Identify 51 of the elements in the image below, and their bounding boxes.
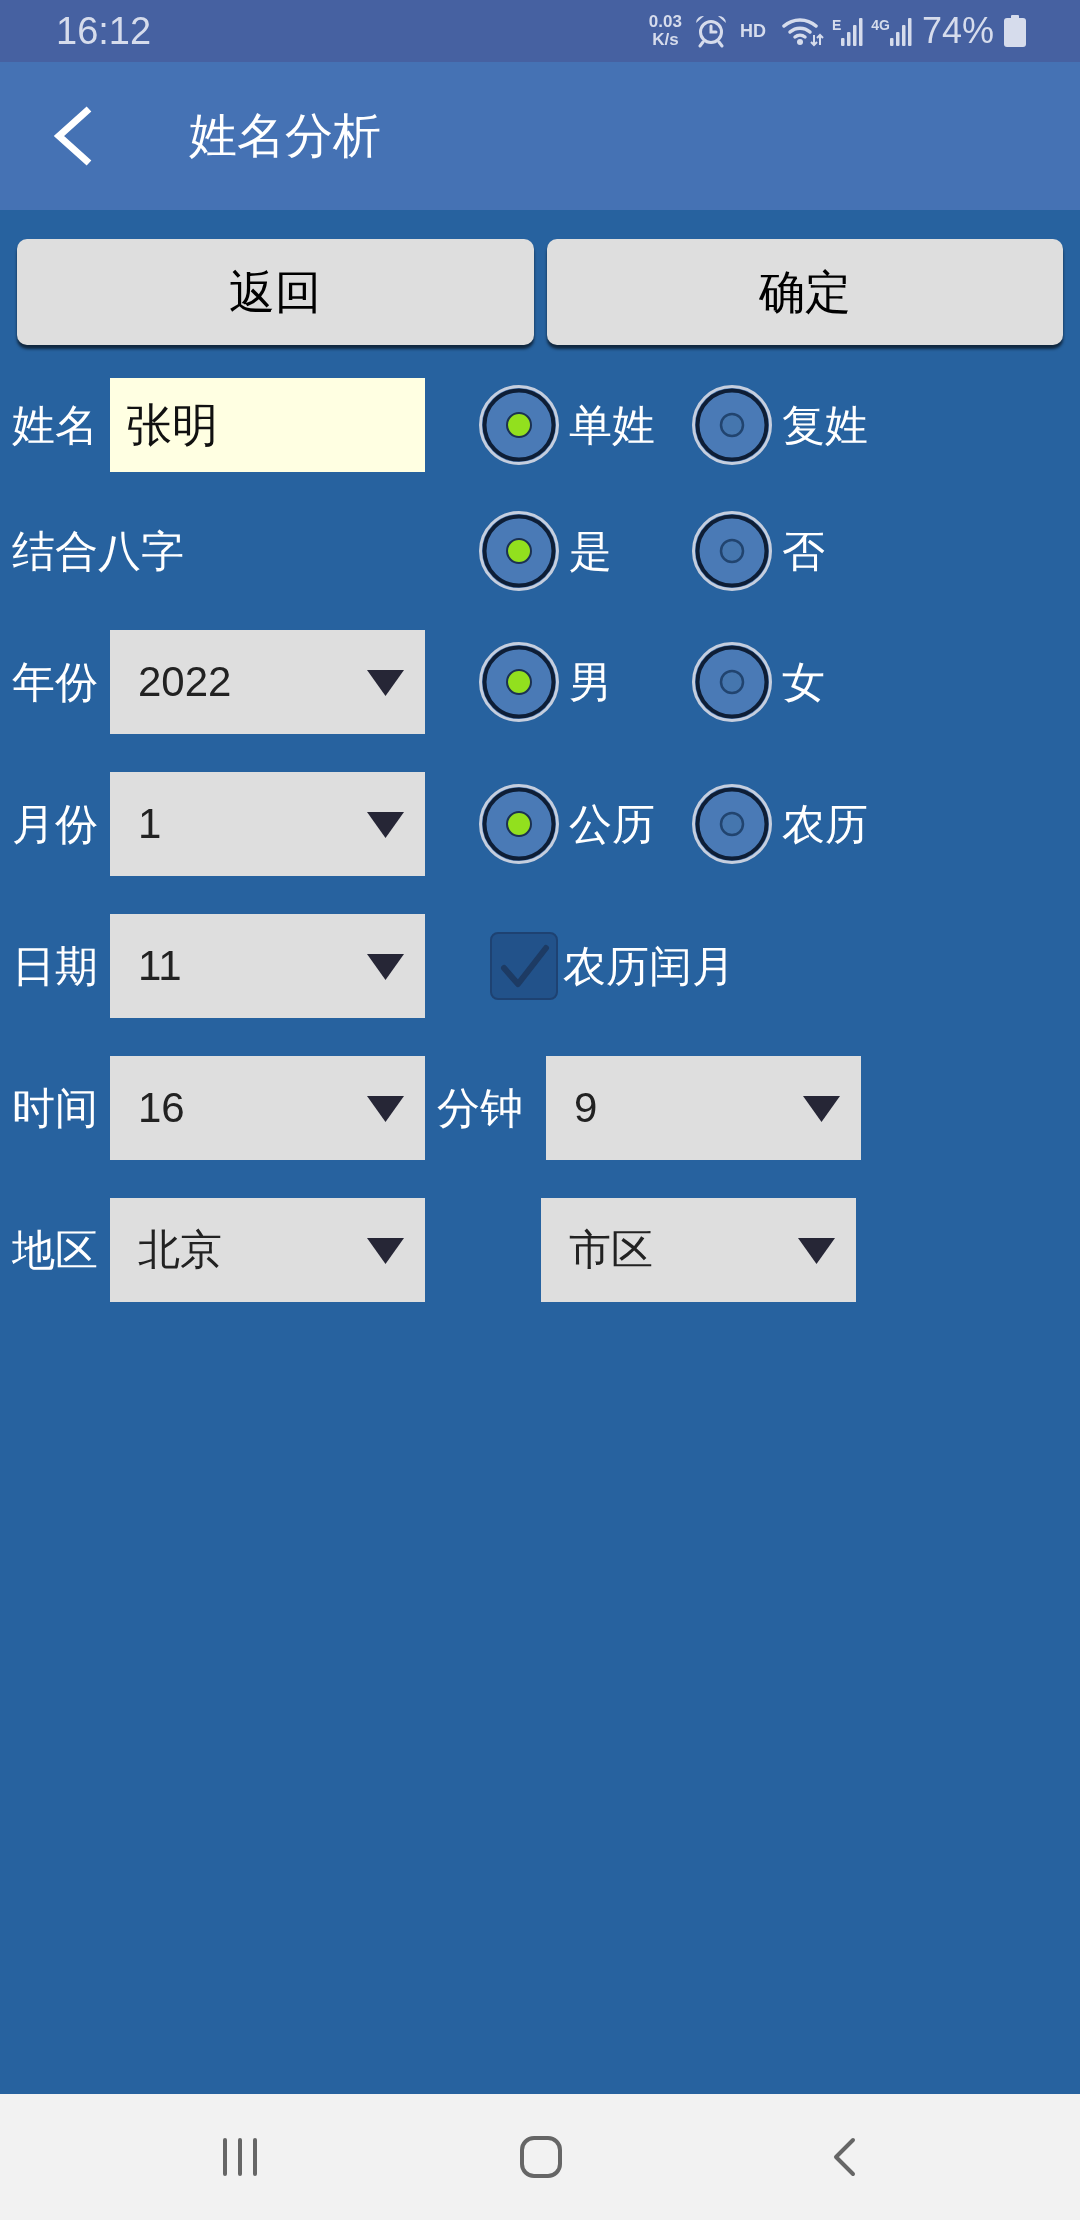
back-icon[interactable] [832,2137,856,2177]
field-label: 姓名 [12,403,99,447]
battery-icon [1004,15,1026,47]
dropdown-arrow-icon [367,1236,404,1264]
dropdown-arrow-icon [798,1236,835,1264]
radio-option[interactable]: 公历 [479,784,655,864]
radio-option[interactable]: 农历 [692,784,868,864]
radio-option[interactable]: 女 [692,642,825,722]
field-label: 年份 [12,660,99,704]
wifi-icon [781,15,824,47]
signal-icon [889,16,912,46]
network-type: 4G [871,18,890,32]
dropdown-arrow-icon [367,668,404,696]
field-label: 月份 [12,802,99,846]
dropdown-arrow-icon [367,952,404,980]
radio-option[interactable]: 是 [479,511,612,591]
radio-option[interactable]: 否 [692,511,825,591]
dropdown[interactable]: 2022 [110,630,425,734]
action-button[interactable]: 确定 [546,239,1063,345]
screen-title: 姓名分析 [189,112,381,160]
field-label: 日期 [12,944,99,988]
dropdown[interactable]: 市区 [541,1198,856,1302]
field-label: 地区 [12,1228,99,1272]
speed-unit: K/s [652,31,679,49]
hd-indicator: HD [739,22,766,40]
network-type: E [831,18,842,32]
dropdown[interactable]: 16 [110,1056,425,1160]
home-icon[interactable] [520,2136,562,2178]
back-icon[interactable] [52,105,93,167]
dropdown-arrow-icon [803,1094,840,1122]
action-button[interactable]: 返回 [17,239,534,345]
field-label: 分钟 [437,1086,524,1130]
signal-icon [841,16,864,46]
alarm-clock-icon [693,14,728,48]
recent-apps-icon[interactable] [222,2137,258,2177]
battery-percent: 74% [921,13,994,49]
dropdown[interactable]: 9 [546,1056,861,1160]
name-input[interactable]: 张明 [110,378,425,472]
dropdown[interactable]: 11 [110,914,425,1018]
radio-option[interactable]: 单姓 [479,385,655,465]
dropdown-arrow-icon [367,810,404,838]
checkbox-option[interactable]: 农历闰月 [490,932,735,1000]
field-label: 时间 [12,1086,99,1130]
dropdown-arrow-icon [367,1094,404,1122]
dropdown[interactable]: 1 [110,772,425,876]
radio-option[interactable]: 复姓 [692,385,868,465]
dropdown[interactable]: 北京 [110,1198,425,1302]
network-speed: 0.03 [648,13,682,31]
radio-option[interactable]: 男 [479,642,612,722]
status-time: 16:12 [56,12,152,50]
field-label: 结合八字 [12,529,184,573]
